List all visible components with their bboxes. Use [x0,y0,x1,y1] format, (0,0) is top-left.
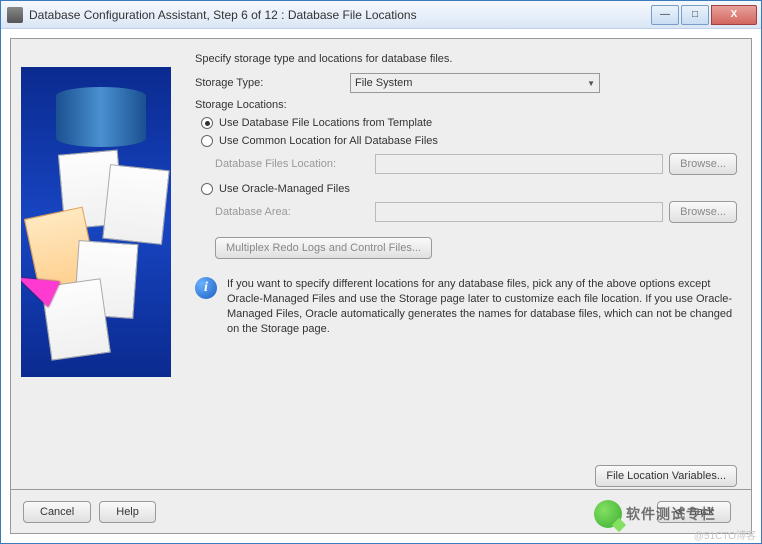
titlebar: Database Configuration Assistant, Step 6… [1,1,761,29]
storage-type-value: File System [355,77,412,89]
content-frame: Specify storage type and locations for d… [10,38,752,534]
browse-db-area-button[interactable]: Browse... [669,201,737,223]
storage-type-row: Storage Type: File System [195,73,737,93]
radio-template-label: Use Database File Locations from Templat… [219,117,432,129]
storage-type-select[interactable]: File System [350,73,600,93]
radio-omf-row[interactable]: Use Oracle-Managed Files [201,183,737,195]
db-files-location-row: Database Files Location: Browse... [215,153,737,175]
radio-omf-label: Use Oracle-Managed Files [219,183,350,195]
radio-common[interactable] [201,135,213,147]
cancel-button[interactable]: Cancel [23,501,91,523]
content-area: Specify storage type and locations for d… [11,39,751,465]
help-button[interactable]: Help [99,501,156,523]
db-area-label: Database Area: [215,206,375,218]
footer-tag: @51CTO博客 [694,527,756,542]
db-files-location-label: Database Files Location: [215,158,375,170]
window-title: Database Configuration Assistant, Step 6… [29,8,649,22]
radio-template[interactable] [201,117,213,129]
info-text: If you want to specify different locatio… [227,277,737,337]
info-icon: i [195,277,217,299]
multiplex-button[interactable]: Multiplex Redo Logs and Control Files... [215,237,432,259]
wizard-side-image [21,67,171,377]
radio-common-row[interactable]: Use Common Location for All Database Fil… [201,135,737,147]
wechat-icon [594,500,622,528]
maximize-button[interactable]: □ [681,5,709,25]
browse-db-files-button[interactable]: Browse... [669,153,737,175]
db-files-location-input[interactable] [375,154,663,174]
storage-locations-label: Storage Locations: [195,99,737,111]
window-frame: Database Configuration Assistant, Step 6… [0,0,762,544]
storage-type-label: Storage Type: [195,77,350,89]
watermark-text: 软件测试专栏 [626,504,716,524]
file-location-variables-button[interactable]: File Location Variables... [595,465,737,487]
watermark: 软件测试专栏 [594,500,716,528]
info-box: i If you want to specify different locat… [195,277,737,337]
radio-common-label: Use Common Location for All Database Fil… [219,135,438,147]
database-cylinder-icon [56,87,146,147]
intro-text: Specify storage type and locations for d… [195,53,737,65]
form-panel: Specify storage type and locations for d… [181,49,751,465]
minimize-button[interactable]: — [651,5,679,25]
radio-template-row[interactable]: Use Database File Locations from Templat… [201,117,737,129]
db-area-input[interactable] [375,202,663,222]
radio-omf[interactable] [201,183,213,195]
window-controls: — □ X [649,5,757,25]
close-button[interactable]: X [711,5,757,25]
db-area-row: Database Area: Browse... [215,201,737,223]
location-variables-row: File Location Variables... [11,465,751,489]
document-icon [102,164,170,245]
app-icon [7,7,23,23]
